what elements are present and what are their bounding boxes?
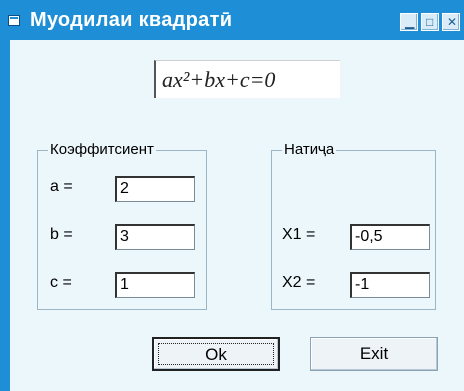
window-title: Муодилаи квадратӣ bbox=[30, 9, 233, 31]
x2-label: X2 = bbox=[282, 274, 316, 291]
a-label: a = bbox=[50, 178, 73, 195]
exit-button-label: Exit bbox=[359, 344, 389, 363]
exit-button[interactable]: Exit bbox=[310, 337, 438, 371]
ok-button[interactable]: Ok bbox=[152, 337, 280, 371]
close-button[interactable]: ✕ bbox=[442, 13, 460, 31]
x2-output[interactable]: -1 bbox=[350, 272, 430, 298]
coefficients-group: Коэффитсиент a = 2 b = 3 c = 1 bbox=[37, 141, 207, 310]
b-label: b = bbox=[50, 226, 73, 243]
c-input[interactable]: 1 bbox=[115, 272, 195, 298]
coefficients-group-label: Коэффитсиент bbox=[48, 141, 156, 159]
maximize-icon: □ bbox=[426, 15, 434, 29]
app-icon[interactable] bbox=[8, 15, 20, 26]
form-client-area: ax²+bx+c=0 Коэффитсиент a = 2 b = 3 c = … bbox=[10, 40, 464, 391]
maximize-button[interactable]: □ bbox=[421, 13, 439, 31]
app-window: Муодилаи квадратӣ ▁ □ ✕ ax²+bx+c=0 Коэфф… bbox=[0, 0, 464, 391]
result-group: Натиҷа X1 = -0,5 X2 = -1 bbox=[271, 141, 436, 310]
x1-label: X1 = bbox=[282, 226, 316, 243]
close-icon: ✕ bbox=[447, 15, 458, 29]
equation-formula: ax²+bx+c=0 bbox=[154, 60, 340, 98]
b-input[interactable]: 3 bbox=[115, 224, 195, 250]
ok-button-label: Ok bbox=[205, 345, 227, 364]
result-group-label: Натиҷа bbox=[282, 141, 337, 159]
minimize-button[interactable]: ▁ bbox=[400, 13, 418, 31]
c-label: c = bbox=[50, 274, 72, 291]
title-bar[interactable]: Муодилаи квадратӣ ▁ □ ✕ bbox=[0, 0, 464, 40]
minimize-icon: ▁ bbox=[405, 15, 415, 29]
x1-output[interactable]: -0,5 bbox=[350, 224, 430, 250]
a-input[interactable]: 2 bbox=[115, 176, 195, 202]
